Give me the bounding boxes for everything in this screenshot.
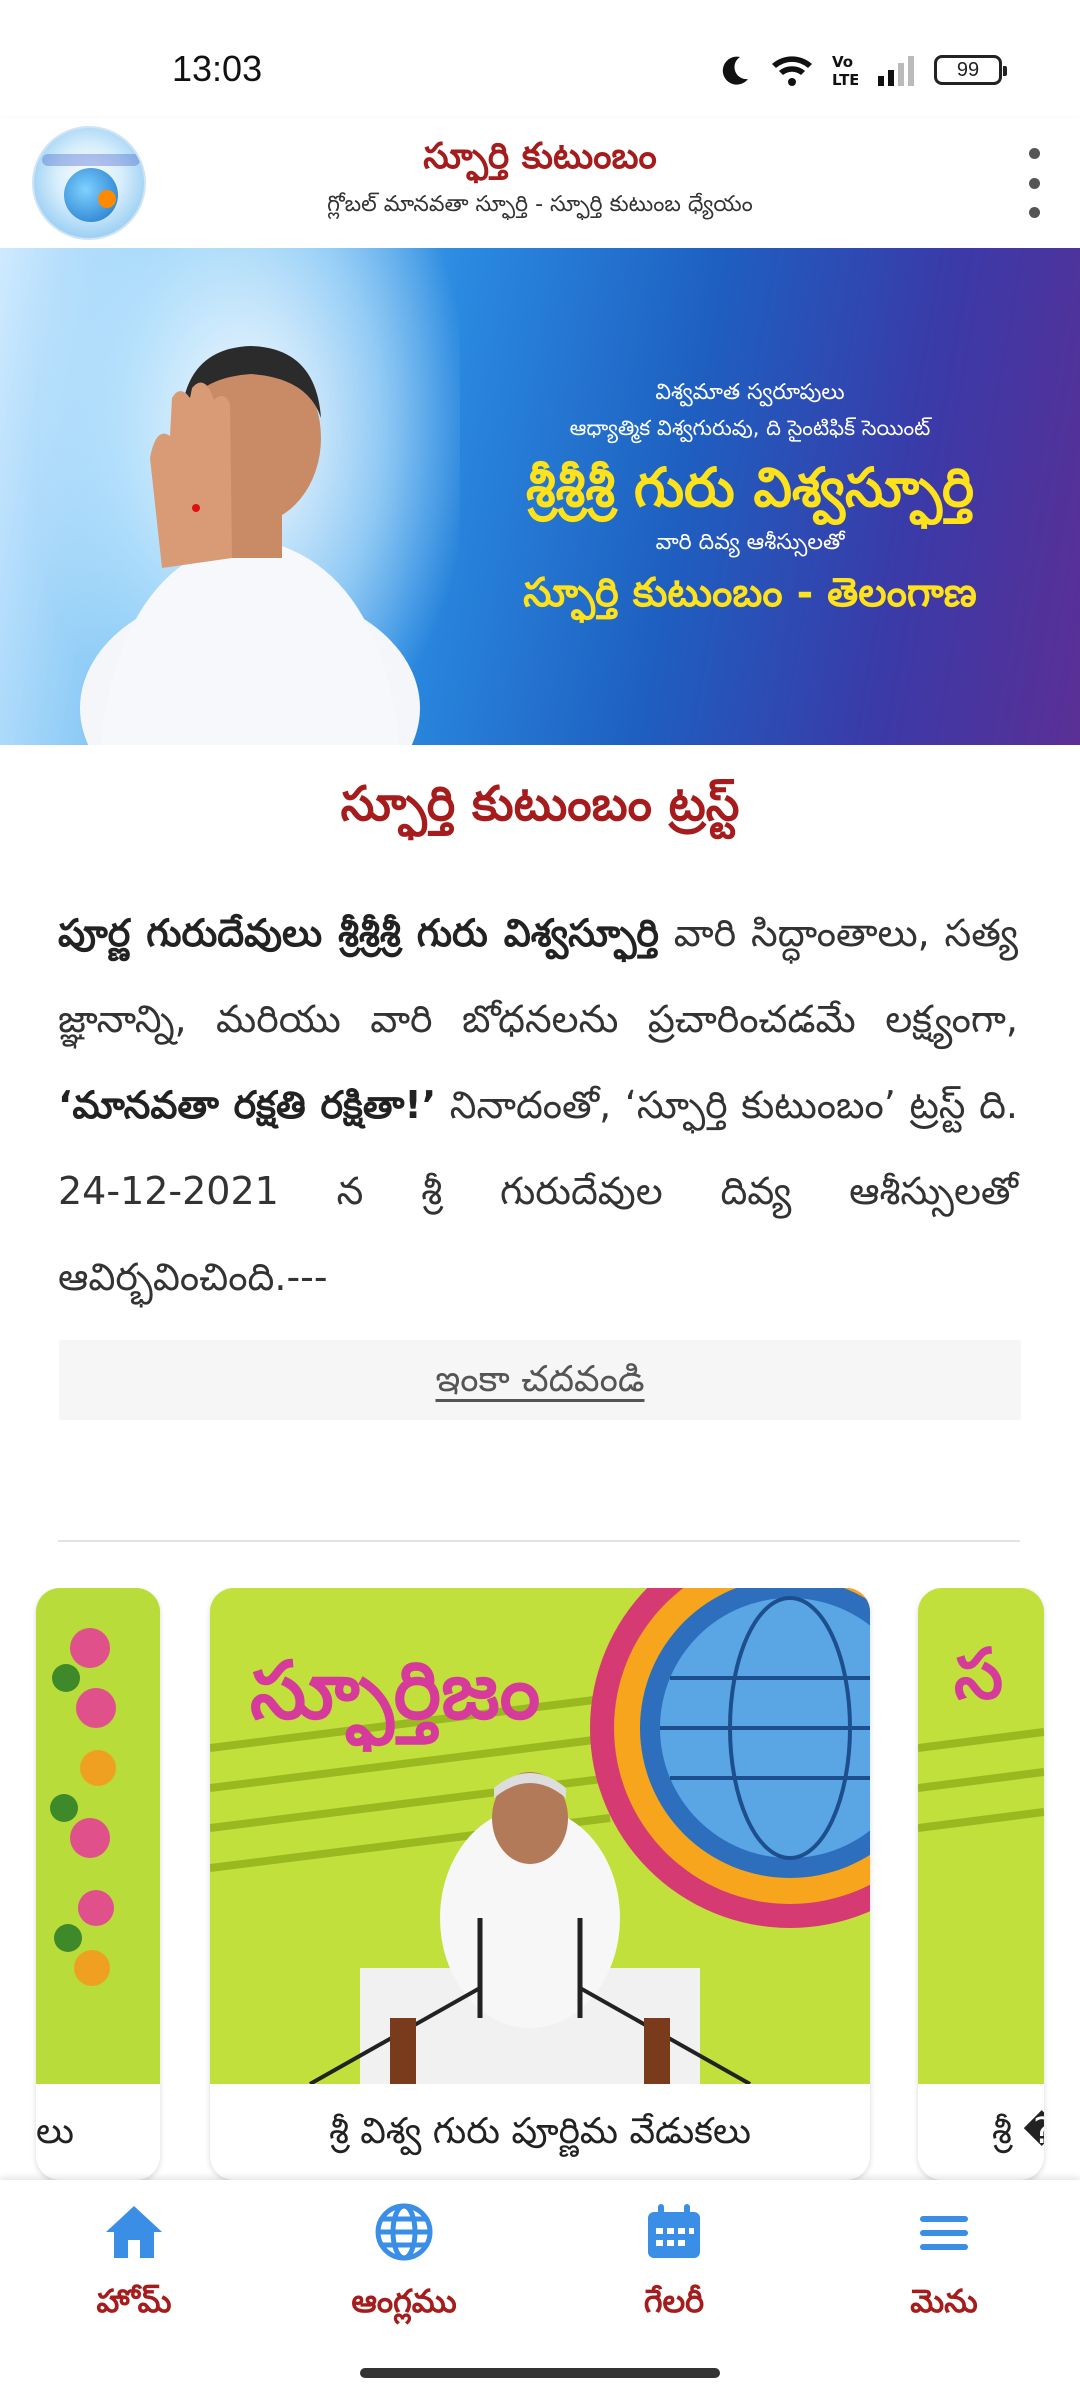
battery-indicator: 99	[934, 55, 1007, 85]
nav-menu-label: మెను	[910, 2282, 978, 2320]
svg-text:Vo: Vo	[832, 53, 853, 71]
moon-icon	[722, 56, 748, 85]
carousel-card-prev[interactable]: లు	[36, 1588, 160, 2180]
carousel-card-next-image: స	[918, 1588, 1044, 2084]
status-time: 13:03	[172, 48, 263, 89]
globe-icon	[375, 2203, 433, 2261]
carousel-card-prev-image	[36, 1588, 160, 2084]
carousel-card-main-caption: శ్రీ విశ్వ గురు పూర్ణిమ వేడుకలు	[329, 2111, 751, 2152]
read-more-button[interactable]: ఇంకా చదవండి	[59, 1340, 1021, 1420]
section-divider	[58, 1540, 1020, 1542]
app-subtitle: గ్లోబల్ మానవతా స్ఫూర్తి - స్ఫూర్తి కుటుం…	[327, 192, 753, 217]
svg-text:స: స	[954, 1633, 1003, 1715]
app-header: స్ఫూర్తి కుటుంబం గ్లోబల్ మానవతా స్ఫూర్తి…	[0, 118, 1080, 248]
trust-body-strong-2: ‘మానవతా రక్షతి రక్షితా!’	[58, 1083, 437, 1127]
nav-gallery[interactable]: గేలరీ	[574, 2202, 774, 2352]
banner-line-1: విశ్వమాత స్వరూపులు	[655, 380, 845, 405]
nav-menu[interactable]: మెను	[844, 2202, 1044, 2352]
banner-line-4: వారి దివ్య ఆశీస్సులతో	[655, 530, 845, 555]
hero-banner: విశ్వమాత స్వరూపులు ఆధ్యాత్మిక విశ్వగురువ…	[0, 248, 1080, 745]
nav-home-label: హోమ్	[96, 2282, 172, 2320]
trust-body-strong-1: పూర్ణ గురుదేవులు శ్రీశ్రీశ్రీ గురు విశ్వ…	[58, 911, 659, 955]
nav-gallery-label: గేలరీ	[643, 2282, 705, 2320]
menu-icon	[920, 2216, 968, 2250]
trust-description: పూర్ణ గురుదేవులు శ్రీశ్రీశ్రీ గురు విశ్వ…	[58, 890, 1018, 1320]
wifi-icon	[772, 56, 812, 86]
banner-guru-name: శ్రీశ్రీశ్రీ గురు విశ్వస్ఫూర్తి	[525, 456, 975, 519]
carousel-card-next[interactable]: స శ్రీ �ః	[918, 1588, 1044, 2180]
kebab-menu-icon[interactable]	[1014, 148, 1054, 218]
status-bar: 13:03 Vo LTE 99	[0, 0, 1080, 118]
nav-english[interactable]: ఆంగ్లము	[304, 2202, 504, 2352]
volte-icon: VoLTE	[832, 53, 858, 88]
banner-line-2: ఆధ్యాత్మిక విశ్వగురువు, ది సైంటిఫిక్ సెయ…	[569, 416, 931, 440]
carousel-card-prev-caption: లు	[36, 2111, 74, 2152]
trust-title: స్ఫూర్తి కుటుంబం ట్రస్ట్	[340, 776, 740, 832]
guru-portrait-image	[80, 346, 420, 745]
carousel-card-main-image: స్ఫూర్తిజం	[210, 1588, 870, 2084]
nav-english-label: ఆంగ్లము	[351, 2282, 457, 2320]
event-carousel[interactable]: లు స్ఫూర్తిజం శ్రీ విశ్వ గురు పూర్ణిమ వే…	[0, 1588, 1080, 2180]
signal-icon	[878, 56, 914, 86]
nav-home[interactable]: హోమ్	[34, 2202, 234, 2352]
calendar-icon	[648, 2204, 700, 2258]
carousel-card-main[interactable]: స్ఫూర్తిజం శ్రీ విశ్వ గురు పూర్ణిమ వేడుక…	[210, 1588, 870, 2180]
carousel-card-next-caption: శ్రీ �ః	[992, 2111, 1044, 2152]
gesture-bar[interactable]	[360, 2368, 720, 2378]
status-icons: Vo LTE 99	[718, 50, 1007, 90]
home-icon	[106, 2206, 162, 2258]
bottom-navigation: హోమ్ ఆంగ్లము గేలరీ మెను	[0, 2180, 1080, 2400]
banner-tagline: స్ఫూర్తి కుటుంబం - తెలంగాణ	[523, 570, 977, 616]
app-title: స్ఫూర్తి కుటుంబం	[423, 136, 657, 177]
carousel-image-text: స్ఫూర్తిజం	[250, 1644, 540, 1752]
svg-text:LTE: LTE	[832, 71, 858, 88]
